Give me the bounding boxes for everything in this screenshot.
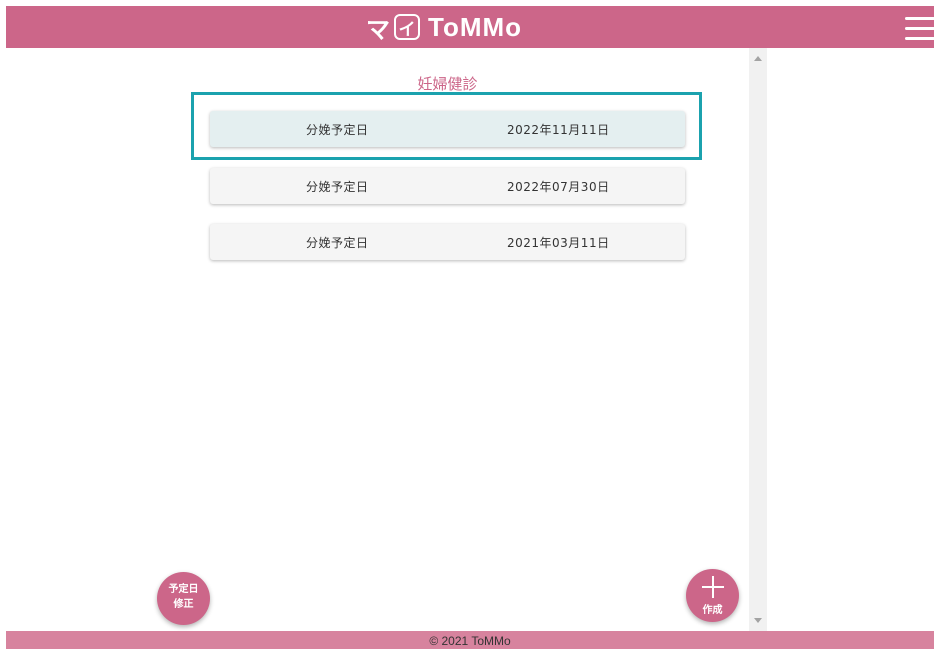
hamburger-menu-icon[interactable]	[905, 17, 934, 43]
create-button-label: 作成	[702, 605, 723, 616]
app-header: マ イ ToMMo	[6, 6, 934, 48]
footer: © 2021 ToMMo	[6, 631, 934, 649]
card-due-date-2[interactable]: 分娩予定日 2022年07月30日	[210, 168, 685, 204]
selection-highlight	[191, 92, 702, 160]
card-label: 分娩予定日	[306, 179, 369, 194]
card-date: 2021年03月11日	[507, 235, 610, 250]
create-button[interactable]: 作成	[686, 569, 739, 622]
edit-due-date-button[interactable]: 予定日 修正	[157, 572, 210, 625]
edit-button-line1: 予定日	[168, 584, 199, 595]
logo-box: イ	[394, 14, 420, 40]
logo-word: ToMMo	[428, 11, 523, 42]
logo-prefix: マ	[366, 15, 390, 44]
edit-button-line2: 修正	[173, 599, 194, 610]
plus-icon	[702, 576, 724, 598]
scroll-up-icon[interactable]	[754, 56, 762, 61]
vertical-scrollbar[interactable]	[749, 48, 767, 631]
app-logo[interactable]: マ イ ToMMo	[366, 9, 536, 45]
scroll-down-icon[interactable]	[754, 618, 762, 623]
card-date: 2022年07月30日	[507, 179, 610, 194]
card-due-date-3[interactable]: 分娩予定日 2021年03月11日	[210, 224, 685, 260]
card-label: 分娩予定日	[306, 235, 369, 250]
